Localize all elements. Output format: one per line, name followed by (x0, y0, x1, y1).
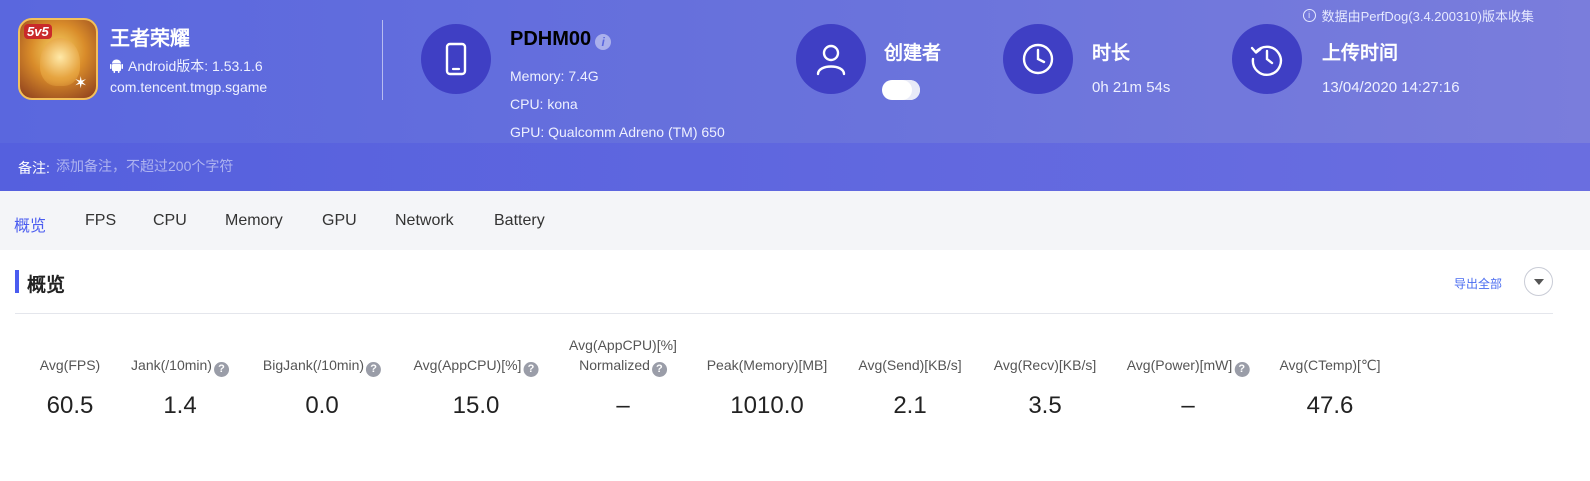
metric-label-avg-power: Avg(Power)[mW]? (1127, 355, 1250, 377)
history-icon (1250, 45, 1283, 76)
metric-value-peak-memory: 1010.0 (730, 392, 804, 419)
section-divider (15, 313, 1553, 314)
metric-value-avg-power: – (1181, 392, 1195, 419)
duration-title: 时长 (1092, 43, 1131, 64)
export-all-link[interactable]: 导出全部 (1454, 275, 1502, 292)
app-icon: 5v5 ✶ (18, 18, 98, 100)
sparkle-icon: ✶ (74, 75, 88, 92)
metric-label-bigjank: BigJank(/10min)? (263, 355, 382, 377)
info-circle-icon: i (1302, 9, 1316, 22)
help-icon[interactable]: ? (366, 362, 382, 377)
metric-value-jank: 1.4 (163, 392, 197, 419)
caret-down-icon (1533, 278, 1544, 285)
metric-label-peak-memory: Peak(Memory)[MB] (706, 357, 828, 373)
phone-icon (445, 42, 467, 76)
metric-label-avg-fps: Avg(FPS) (39, 357, 101, 373)
device-gpu: GPU: Qualcomm Adreno (TM) 650 (510, 124, 725, 140)
metric-label-avg-appcpu: Avg(AppCPU)[%]? (414, 355, 539, 377)
android-icon (110, 59, 123, 73)
duration-icon-circle (1003, 24, 1073, 94)
source-notice: i 数据由PerfDog(3.4.200310)版本收集 (1302, 6, 1534, 25)
metric-value-avg-appcpu: 15.0 (452, 392, 500, 419)
metric-value-avg-appcpu-normalized: – (616, 392, 630, 419)
upload-title: 上传时间 (1322, 43, 1399, 64)
collapse-button[interactable] (1524, 267, 1553, 296)
metric-value-avg-recv: 3.5 (1028, 392, 1062, 419)
tab-cpu[interactable]: CPU (153, 212, 187, 230)
device-memory: Memory: 7.4G (510, 68, 599, 84)
section-title: 概览 (27, 275, 66, 296)
app-package: com.tencent.tmgp.sgame (110, 79, 268, 95)
app-icon-badge: 5v5 (24, 24, 52, 39)
source-notice-text: 数据由PerfDog(3.4.200310)版本收集 (1321, 9, 1534, 24)
metric-value-avg-send: 2.1 (893, 392, 927, 419)
device-model: PDHM00 i (510, 28, 612, 51)
app-name: 王者荣耀 (110, 28, 190, 50)
creator-avatar-redacted (882, 80, 920, 100)
tab-battery[interactable]: Battery (494, 212, 545, 230)
app-version: Android版本: 1.53.1.6 (110, 56, 263, 76)
section-accent-bar (15, 270, 19, 293)
duration-value: 0h 21m 54s (1092, 79, 1171, 96)
metric-label-avg-appcpu-normalized: Avg(AppCPU)[%] Normalized? (569, 337, 677, 377)
tab-overview[interactable]: 概览 (14, 212, 46, 236)
clock-icon (1022, 43, 1054, 75)
help-icon[interactable]: ? (213, 362, 229, 377)
help-icon[interactable]: ? (523, 362, 539, 377)
metric-label-avg-send: Avg(Send)[KB/s] (858, 357, 962, 373)
metric-label-avg-ctemp: Avg(CTemp)[℃] (1279, 357, 1381, 373)
header-divider (382, 20, 383, 100)
tab-memory[interactable]: Memory (225, 212, 283, 230)
metric-value-avg-fps: 60.5 (46, 392, 94, 419)
remark-input[interactable] (56, 152, 556, 180)
upload-value: 13/04/2020 14:27:16 (1322, 79, 1460, 96)
upload-icon-circle (1232, 24, 1302, 94)
metric-label-jank: Jank(/10min)? (131, 355, 229, 377)
info-icon[interactable]: i (595, 33, 612, 50)
tab-fps[interactable]: FPS (85, 212, 116, 230)
help-icon[interactable]: ? (1234, 362, 1250, 377)
tab-network[interactable]: Network (395, 212, 454, 230)
device-cpu: CPU: kona (510, 96, 578, 112)
metric-value-avg-ctemp: 47.6 (1306, 392, 1354, 419)
help-icon[interactable]: ? (651, 362, 667, 377)
metric-value-bigjank: 0.0 (305, 392, 339, 419)
creator-title: 创建者 (884, 43, 942, 64)
device-model-text: PDHM00 (510, 28, 592, 50)
creator-icon-circle (796, 24, 866, 94)
remark-label: 备注: (18, 160, 50, 176)
metric-label-avg-recv: Avg(Recv)[KB/s] (993, 357, 1097, 373)
device-icon-circle (421, 24, 491, 94)
user-icon (816, 44, 846, 76)
tab-gpu[interactable]: GPU (322, 212, 357, 230)
app-version-text: Android版本: 1.53.1.6 (128, 58, 263, 74)
